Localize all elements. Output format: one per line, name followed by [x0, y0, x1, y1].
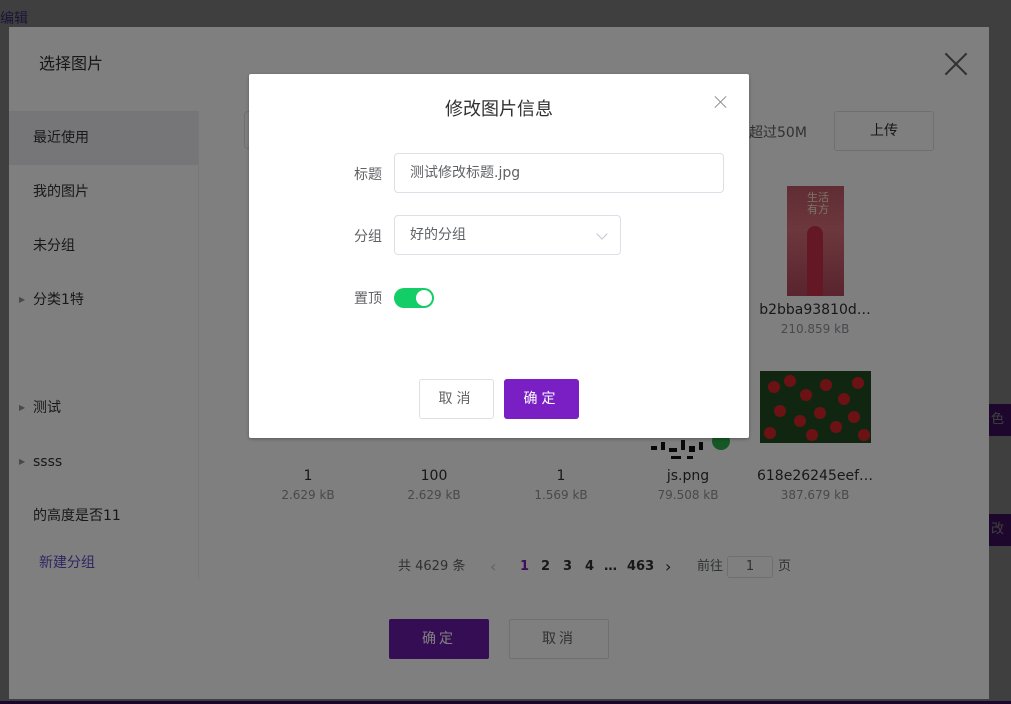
group-select[interactable]: 好的分组 — [394, 215, 621, 255]
confirm-button[interactable]: 确定 — [504, 379, 579, 419]
group-select-value: 好的分组 — [410, 227, 466, 243]
title-input[interactable]: 测试修改标题.jpg — [394, 153, 724, 193]
pin-label: 置顶 — [354, 291, 382, 307]
dialog-title: 修改图片信息 — [445, 99, 553, 120]
title-label: 标题 — [354, 167, 382, 183]
toggle-knob — [416, 290, 432, 306]
cancel-button[interactable]: 取消 — [419, 379, 494, 419]
close-icon[interactable] — [715, 96, 727, 108]
pin-toggle[interactable] — [394, 288, 434, 308]
group-label: 分组 — [354, 229, 382, 245]
edit-image-dialog: 修改图片信息 标题 测试修改标题.jpg 分组 好的分组 置顶 取消 确定 — [249, 74, 749, 438]
chevron-down-icon — [596, 228, 608, 240]
